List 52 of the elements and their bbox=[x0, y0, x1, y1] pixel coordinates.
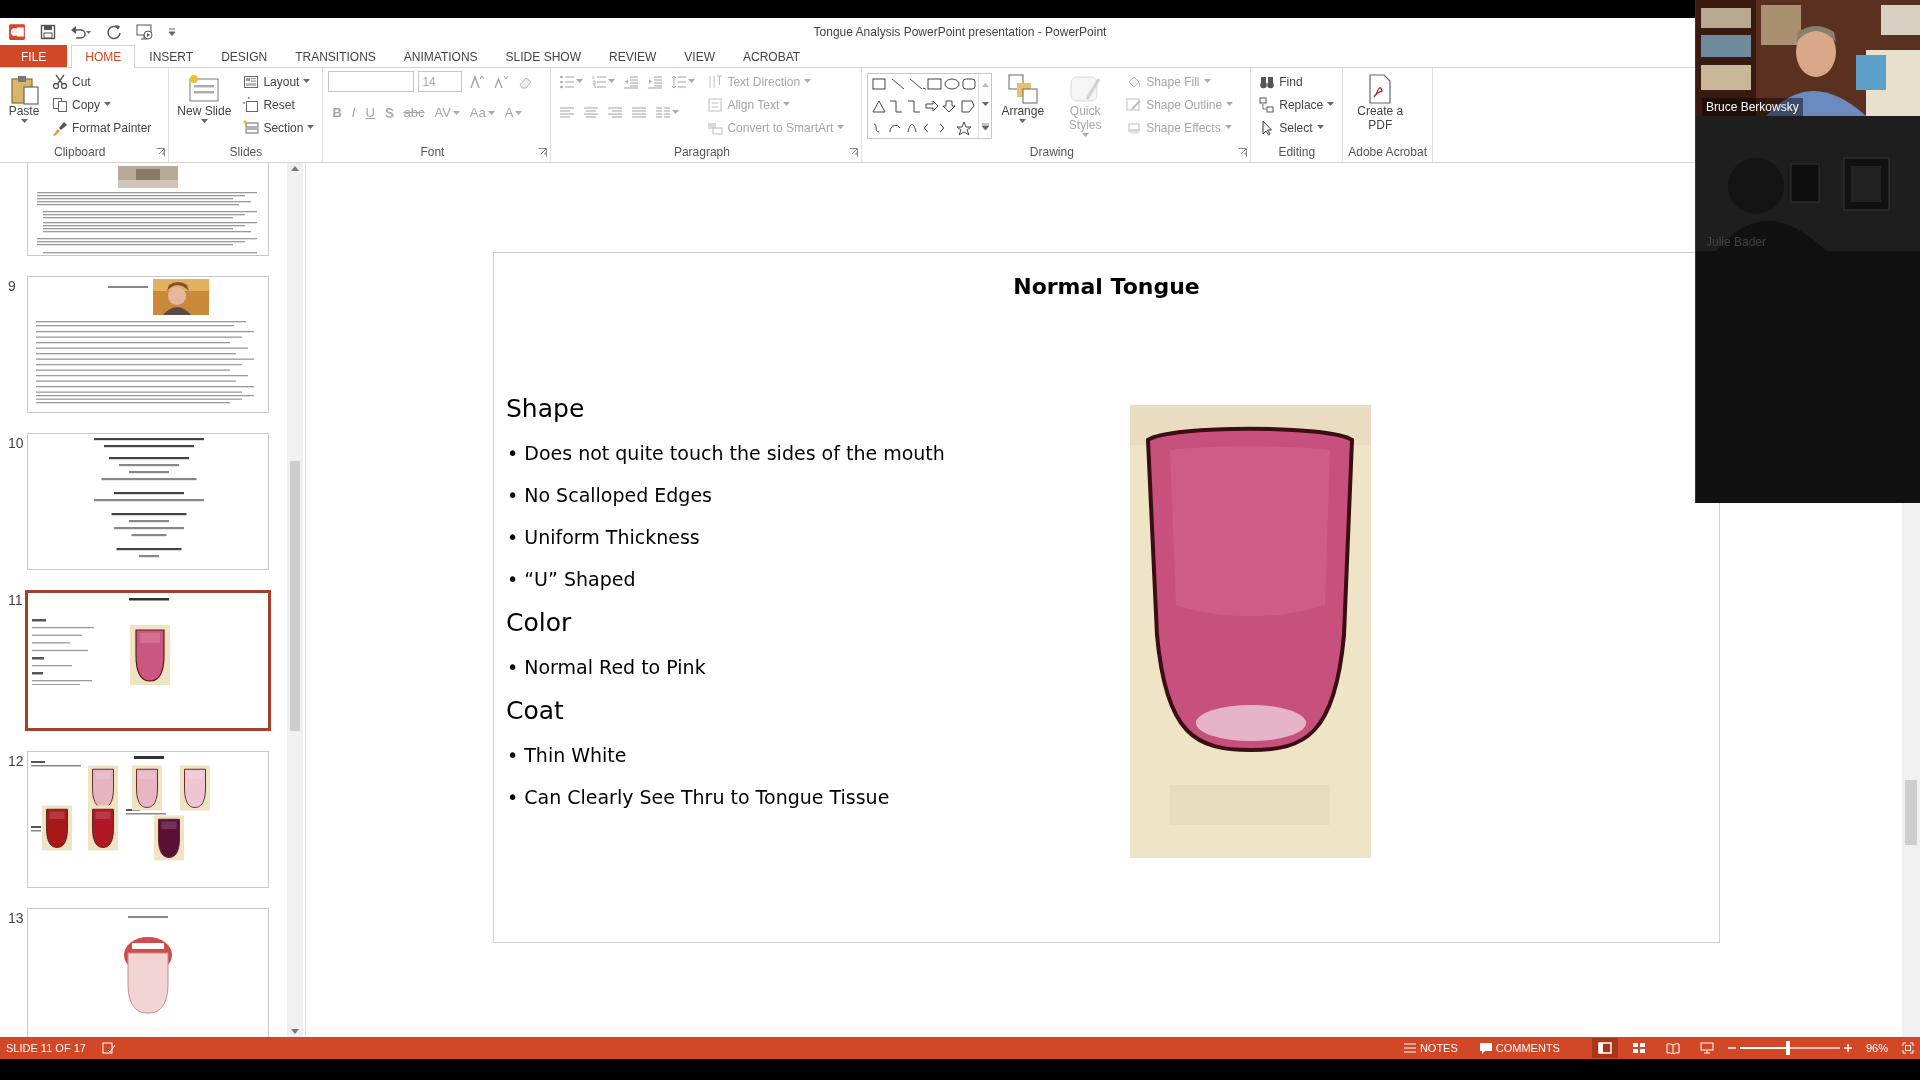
slide-indicator: SLIDE 11 OF 17 bbox=[6, 1040, 86, 1056]
select-button[interactable]: Select bbox=[1256, 117, 1327, 138]
group-label: Adobe Acrobat bbox=[1348, 144, 1427, 161]
slide-title: Normal Tongue bbox=[1012, 273, 1201, 301]
group-label: Clipboard bbox=[54, 144, 106, 161]
slide-number: 11 bbox=[8, 591, 23, 610]
format-painter-button[interactable]: Format Painter bbox=[49, 117, 155, 138]
group-label: Drawing bbox=[1029, 144, 1074, 161]
find-button[interactable]: Find bbox=[1256, 71, 1306, 92]
layout-button[interactable]: Layout bbox=[240, 71, 314, 92]
group-label: Font bbox=[420, 144, 445, 161]
slide-number: 9 bbox=[8, 277, 17, 296]
bullet-text: • Does not quite touch the sides of the mouth bbox=[506, 441, 946, 466]
ribbon-tab[interactable]: REVIEW bbox=[594, 45, 671, 67]
ribbon-tab[interactable]: TRANSITIONS bbox=[281, 45, 390, 67]
section-button[interactable]: Section bbox=[240, 117, 318, 138]
bullet-text: • Thin White bbox=[506, 743, 628, 768]
group-label: Slides bbox=[229, 144, 263, 161]
window-title: Tongue Analysis PowerPoint presentation - PowerPoint bbox=[813, 23, 1107, 41]
group-label: Editing bbox=[1278, 144, 1316, 161]
bullet-text: • Uniform Thickness bbox=[506, 525, 701, 550]
ribbon-tab[interactable]: VIEW bbox=[670, 45, 729, 67]
slide-heading: Coat bbox=[506, 695, 565, 727]
ribbon-tab[interactable]: ACROBAT bbox=[729, 45, 815, 67]
slide-heading: Color bbox=[506, 607, 573, 639]
bullet-text: • Can Clearly See Thru to Tongue Tissue bbox=[506, 785, 891, 810]
slide-number: 12 bbox=[8, 752, 23, 771]
bullet-text: • “U” Shaped bbox=[506, 567, 637, 592]
notes-button[interactable]: NOTES bbox=[1397, 1038, 1464, 1058]
slide-number: 10 bbox=[8, 434, 23, 453]
group-label: Paragraph bbox=[673, 144, 730, 161]
replace-button[interactable]: Replace bbox=[1256, 94, 1338, 115]
bullet-text: • Normal Red to Pink bbox=[506, 655, 707, 680]
slide-number: 13 bbox=[8, 909, 23, 928]
ribbon-tab[interactable]: SLIDE SHOW bbox=[491, 45, 595, 67]
ribbon-tab[interactable]: ANIMATIONS bbox=[389, 45, 492, 67]
cut-button[interactable]: Cut bbox=[49, 71, 94, 92]
zoom-percent[interactable]: 96% bbox=[1865, 1039, 1888, 1057]
ribbon-tab[interactable]: HOME bbox=[71, 45, 136, 68]
create-pdf-button[interactable]: Create a PDF bbox=[1348, 71, 1413, 135]
participant-name: Bruce Berkowsky bbox=[1702, 98, 1803, 116]
copy-button[interactable]: Copy bbox=[49, 94, 114, 115]
file-tab[interactable]: FILE bbox=[0, 45, 68, 67]
bullet-text: • No Scalloped Edges bbox=[506, 483, 714, 508]
arrange-button[interactable]: Arrange bbox=[998, 71, 1048, 126]
paste-button[interactable]: Paste bbox=[5, 71, 43, 126]
new-slide-button[interactable]: New Slide bbox=[174, 71, 235, 126]
ribbon-tab[interactable]: INSERT bbox=[135, 45, 208, 67]
comments-button[interactable]: COMMENTS bbox=[1473, 1038, 1566, 1058]
slide-heading: Shape bbox=[506, 393, 586, 425]
reset-button[interactable]: Reset bbox=[240, 94, 298, 115]
ribbon-tab[interactable]: DESIGN bbox=[207, 45, 282, 67]
